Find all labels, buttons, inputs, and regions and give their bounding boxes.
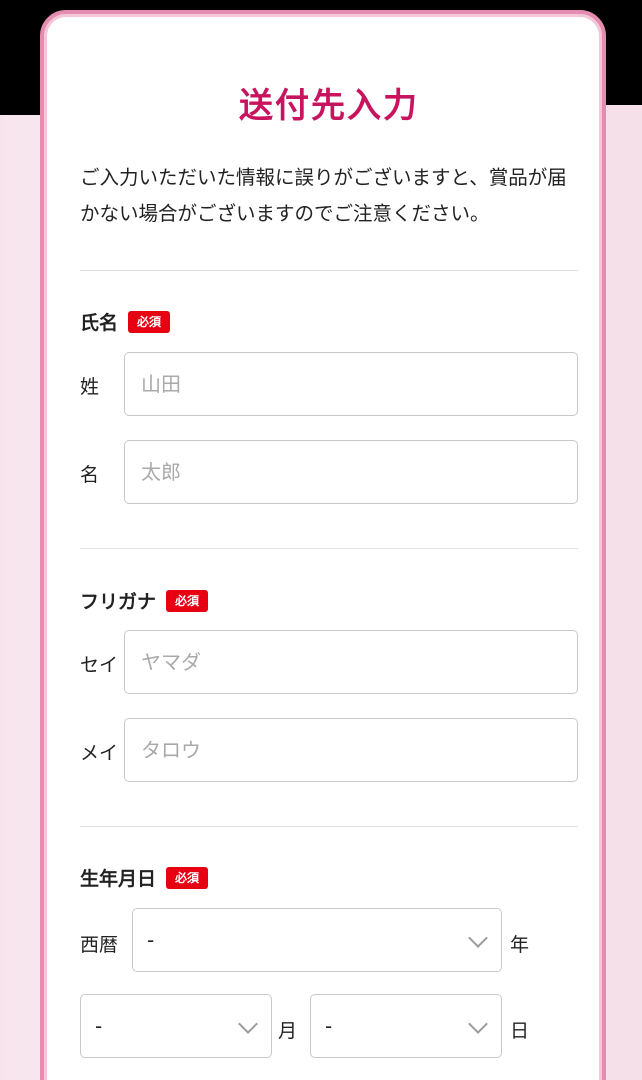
chevron-down-icon [468, 928, 488, 948]
last-kana-label: セイ [80, 654, 119, 676]
birth-year-value: - [147, 928, 155, 952]
required-badge: 必須 [128, 310, 171, 333]
divider [80, 270, 578, 271]
name-label: 氏名 [80, 312, 119, 334]
page-background-left [4, 115, 44, 1080]
required-badge: 必須 [166, 866, 209, 889]
divider [80, 826, 578, 827]
birth-day-value: - [325, 1014, 333, 1038]
page-background-right [604, 105, 642, 1080]
screen: 送付先入力 ご入力いただいた情報に誤りがございますと、賞品が届かない場合がござい… [0, 0, 642, 1080]
birth-month-select[interactable]: - [80, 994, 272, 1058]
furigana-section-label: フリガナ 必須 [80, 587, 209, 614]
notice-text: ご入力いただいた情報に誤りがございますと、賞品が届かない場合がございますのでご注… [80, 166, 567, 225]
birthdate-section-label: 生年月日 必須 [80, 864, 209, 891]
chevron-down-icon [468, 1014, 488, 1034]
last-name-label: 姓 [80, 376, 100, 398]
era-label: 西暦 [80, 934, 119, 956]
divider [80, 548, 578, 549]
first-kana-input[interactable] [124, 718, 578, 782]
first-name-label: 名 [80, 464, 100, 486]
furigana-label: フリガナ [80, 591, 157, 613]
first-name-input[interactable] [124, 440, 578, 504]
name-section-label: 氏名 必須 [80, 308, 171, 335]
day-unit: 日 [510, 1020, 530, 1042]
first-kana-label: メイ [80, 742, 119, 764]
chevron-down-icon [238, 1014, 258, 1034]
required-badge: 必須 [166, 589, 209, 612]
month-unit: 月 [278, 1020, 298, 1042]
birth-year-select[interactable]: - [132, 908, 502, 972]
form-card: 送付先入力 ご入力いただいた情報に誤りがございますと、賞品が届かない場合がござい… [40, 10, 606, 1080]
last-name-input[interactable] [124, 352, 578, 416]
birthdate-label: 生年月日 [80, 868, 157, 890]
year-unit: 年 [510, 934, 530, 956]
birth-month-value: - [95, 1014, 103, 1038]
birth-day-select[interactable]: - [310, 994, 502, 1058]
last-kana-input[interactable] [124, 630, 578, 694]
page-title: 送付先入力 [239, 86, 419, 126]
